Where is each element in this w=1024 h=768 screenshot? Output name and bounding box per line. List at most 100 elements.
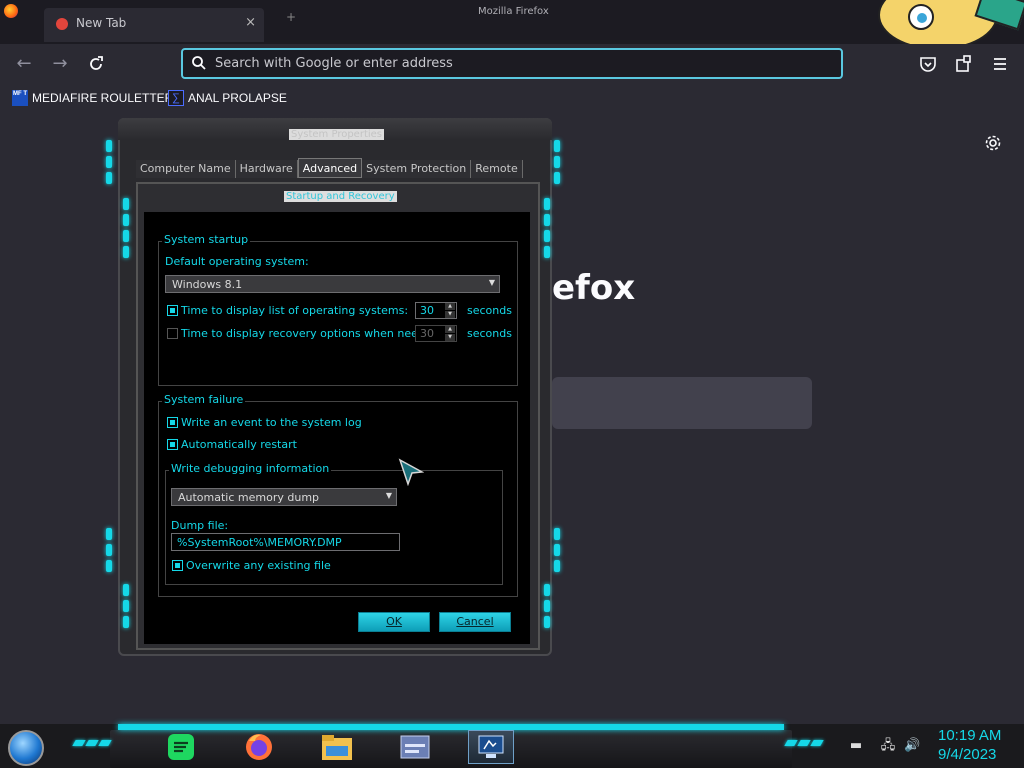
- default-os-value: Windows 8.1: [172, 278, 243, 291]
- overwrite-label: Overwrite any existing file: [186, 559, 331, 572]
- tab-new-tab[interactable]: New Tab ×: [44, 8, 264, 42]
- forward-arrow-icon[interactable]: →: [49, 53, 71, 75]
- browser-titlebar: New Tab × + Mozilla Firefox: [0, 0, 1024, 44]
- new-tab-icon[interactable]: +: [286, 10, 296, 24]
- bookmark-site[interactable]: ∑ ANAL PROLAPSE: [168, 89, 287, 107]
- debug-type-value: Automatic memory dump: [178, 491, 320, 504]
- frame-led-decor: [544, 584, 552, 628]
- bookmark-label: ANAL PROLAPSE: [188, 91, 287, 105]
- frame-led-decor: [106, 140, 114, 184]
- newtab-search-box[interactable]: [552, 377, 812, 429]
- recovery-options-label: Time to display recovery options when ne…: [181, 327, 443, 340]
- chevron-down-icon: ▼: [488, 278, 495, 287]
- network-icon[interactable]: 🖧: [880, 738, 896, 754]
- taskbar-glow-strip: [118, 724, 784, 730]
- taskbar-file-explorer[interactable]: [314, 730, 360, 764]
- bookmark-label: MEDIAFIRE ROULETTER: [32, 91, 174, 105]
- spotify-icon: [168, 734, 194, 760]
- system-properties-tabs: Computer Name Hardware Advanced System P…: [136, 158, 523, 180]
- tab-computer-name[interactable]: Computer Name: [136, 160, 236, 178]
- default-os-label: Default operating system:: [165, 255, 309, 268]
- firefox-tab-icon: [56, 18, 68, 30]
- search-icon: [192, 56, 206, 70]
- gear-icon[interactable]: [984, 134, 1002, 152]
- window-app-icon: [400, 735, 430, 759]
- recovery-options-checkbox[interactable]: [167, 328, 178, 339]
- bookmarks-toolbar: MF T MEDIAFIRE ROULETTER ∑ ANAL PROLAPSE: [0, 84, 1024, 112]
- recovery-options-value: 30: [420, 327, 434, 340]
- pocket-icon[interactable]: [918, 54, 938, 74]
- theme-mascot-image: [868, 0, 1024, 44]
- ok-button[interactable]: OK: [358, 612, 430, 632]
- frame-led-decor: [123, 198, 131, 258]
- bookmark-site-icon: ∑: [168, 90, 184, 106]
- mascot-eye: [908, 4, 934, 30]
- folder-icon: [322, 735, 352, 760]
- chevron-down-icon: ▼: [385, 491, 392, 500]
- system-startup-label: System startup: [162, 233, 251, 246]
- volume-icon[interactable]: 🔊: [904, 738, 920, 754]
- tab-advanced[interactable]: Advanced: [297, 158, 363, 178]
- seconds-label: seconds: [467, 327, 512, 340]
- system-properties-title: System Properties: [289, 129, 385, 140]
- hamburger-menu-icon[interactable]: [990, 54, 1010, 74]
- url-input[interactable]: [215, 56, 815, 71]
- tab-close-icon[interactable]: ×: [245, 15, 256, 30]
- dump-file-label: Dump file:: [171, 519, 229, 532]
- taskbar-system-properties[interactable]: [468, 730, 514, 764]
- url-bar[interactable]: [181, 48, 843, 79]
- spin-down-icon: ▼: [445, 334, 455, 341]
- tab-remote[interactable]: Remote: [471, 160, 523, 178]
- dump-file-input[interactable]: [171, 533, 400, 551]
- write-event-checkbox[interactable]: [167, 417, 178, 428]
- tab-system-protection[interactable]: System Protection: [362, 160, 472, 178]
- spin-down-icon[interactable]: ▼: [445, 311, 455, 318]
- frame-led-decor: [544, 198, 552, 258]
- firefox-icon: [246, 734, 272, 760]
- display-list-spinner[interactable]: 30 ▲ ▼: [415, 302, 457, 319]
- reload-icon[interactable]: [85, 53, 107, 75]
- window-title: Mozilla Firefox: [478, 6, 549, 17]
- mouse-cursor-icon: [398, 458, 424, 486]
- frame-led-decor: [106, 528, 114, 572]
- cancel-button[interactable]: Cancel: [439, 612, 511, 632]
- clock-date[interactable]: 9/4/2023: [938, 746, 996, 763]
- auto-restart-label: Automatically restart: [181, 438, 297, 451]
- navigation-toolbar: ← →: [0, 44, 1024, 84]
- seconds-label: seconds: [467, 304, 512, 317]
- taskbar-firefox[interactable]: [236, 730, 282, 764]
- tab-hardware[interactable]: Hardware: [235, 160, 298, 178]
- spin-up-icon: ▲: [445, 326, 455, 333]
- spin-up-icon[interactable]: ▲: [445, 303, 455, 310]
- taskbar-led-decor: [72, 740, 114, 746]
- taskbar-plate: [110, 730, 792, 768]
- mediafire-icon: MF T: [12, 90, 28, 106]
- tab-title: New Tab: [76, 16, 127, 30]
- clock-time[interactable]: 10:19 AM: [938, 727, 1001, 744]
- extensions-icon[interactable]: [954, 54, 974, 74]
- taskbar-led-decor: [784, 740, 826, 746]
- back-arrow-icon[interactable]: ←: [13, 53, 35, 75]
- computer-icon: [478, 735, 504, 758]
- display-list-label: Time to display list of operating system…: [181, 304, 409, 317]
- default-os-select[interactable]: Windows 8.1 ▼: [165, 275, 500, 293]
- taskbar-spotify[interactable]: [158, 730, 204, 764]
- frame-led-decor: [554, 140, 562, 184]
- auto-restart-checkbox[interactable]: [167, 439, 178, 450]
- firefox-wordmark: efox: [552, 268, 636, 308]
- start-button[interactable]: [8, 730, 44, 766]
- firefox-logo-icon[interactable]: [4, 4, 18, 18]
- frame-led-decor: [123, 584, 131, 628]
- overwrite-checkbox[interactable]: [172, 560, 183, 571]
- debug-type-select[interactable]: Automatic memory dump ▼: [171, 488, 397, 506]
- startup-recovery-title: Startup and Recovery: [284, 191, 397, 202]
- display-list-checkbox[interactable]: [167, 305, 178, 316]
- bookmark-mediafire[interactable]: MF T MEDIAFIRE ROULETTER: [12, 89, 173, 107]
- write-event-label: Write an event to the system log: [181, 416, 362, 429]
- show-hidden-icons-icon[interactable]: ▬: [848, 738, 864, 754]
- system-failure-label: System failure: [162, 393, 246, 406]
- debug-info-label: Write debugging information: [169, 462, 332, 475]
- taskbar-control-panel[interactable]: [392, 730, 438, 764]
- frame-led-decor: [554, 528, 562, 572]
- display-list-value: 30: [420, 304, 434, 317]
